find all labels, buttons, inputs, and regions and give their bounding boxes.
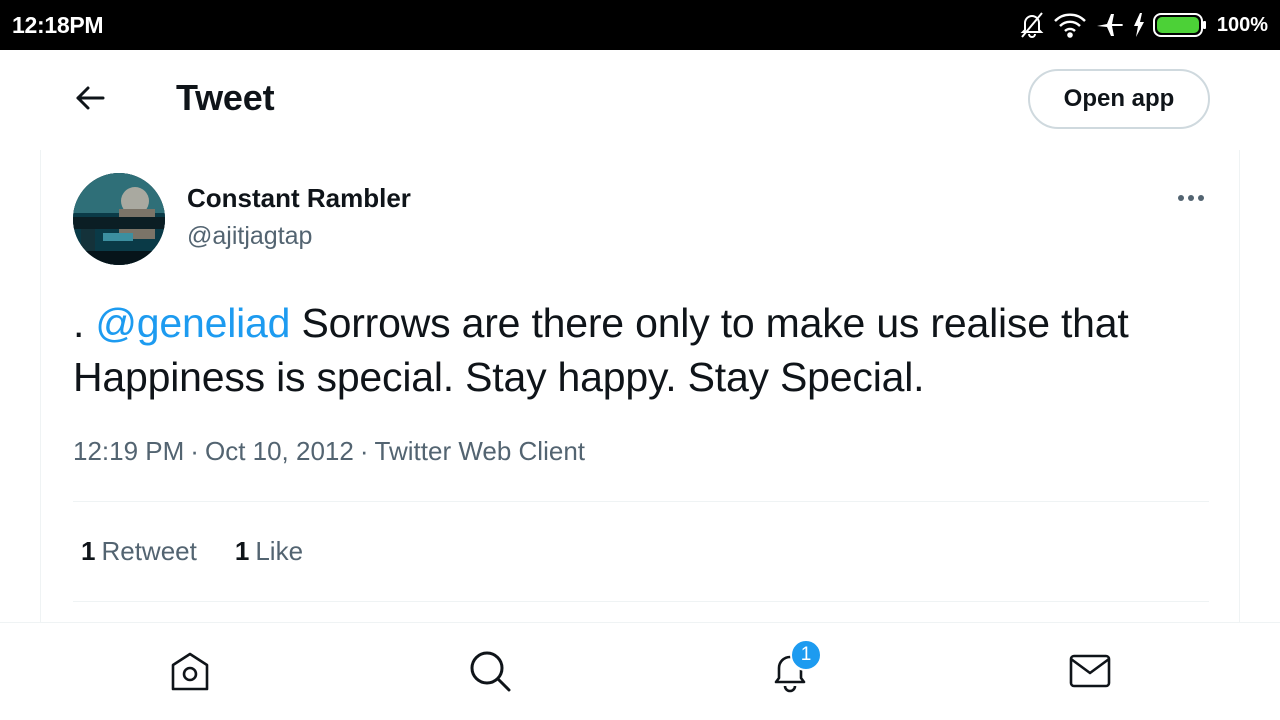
more-dot-icon	[1178, 195, 1184, 201]
status-time: 12:18PM	[12, 12, 104, 38]
tweet-meta: 12:19 PM · Oct 10, 2012 · Twitter Web Client	[73, 436, 585, 467]
divider	[73, 501, 1209, 502]
tweet-text-prefix: .	[73, 300, 96, 346]
author-handle[interactable]: @ajitjagtap	[187, 222, 312, 251]
status-icons: 100%	[1019, 10, 1268, 40]
arrow-left-icon	[75, 85, 105, 116]
nav-messages[interactable]	[1066, 649, 1114, 697]
tweet-text: . @geneliad Sorrows are there only to ma…	[73, 296, 1223, 404]
retweet-count-label: Retweet	[101, 536, 197, 566]
divider	[73, 601, 1209, 602]
page-title: Tweet	[176, 77, 275, 118]
author-name[interactable]: Constant Rambler	[187, 183, 411, 214]
retweet-count-value: 1	[81, 536, 96, 566]
retweet-count[interactable]: 1 Retweet	[81, 536, 197, 567]
messages-icon	[1068, 649, 1112, 698]
status-bar: 12:18PM 100%	[0, 0, 1280, 50]
notification-badge: 1	[790, 639, 822, 671]
nav-search[interactable]	[466, 649, 514, 697]
like-count-value: 1	[234, 536, 250, 566]
search-icon	[468, 649, 512, 698]
wifi-icon	[1053, 12, 1087, 38]
more-dot-icon	[1188, 195, 1194, 201]
charging-bolt-icon	[1133, 13, 1145, 37]
tweet-time[interactable]: 12:19 PM	[73, 436, 184, 466]
bottom-nav: 1	[0, 622, 1280, 720]
nav-home[interactable]	[166, 649, 214, 697]
battery-percent: 100%	[1216, 13, 1268, 36]
home-icon	[168, 649, 212, 698]
bell-off-icon	[1019, 11, 1045, 39]
back-button[interactable]	[62, 78, 118, 122]
tweet-source[interactable]: Twitter Web Client	[375, 436, 585, 466]
tweet-date[interactable]: Oct 10, 2012	[205, 436, 354, 466]
battery-icon	[1152, 13, 1207, 37]
more-options-button[interactable]	[1171, 186, 1211, 210]
tweet-stats: 1 Retweet 1 Like	[81, 536, 303, 567]
avatar[interactable]	[73, 173, 165, 265]
mention-link[interactable]: @geneliad	[95, 300, 290, 346]
meta-separator: ·	[359, 436, 369, 466]
open-app-button[interactable]: Open app	[1028, 69, 1210, 129]
airplane-icon	[1095, 12, 1125, 38]
like-count-label: Like	[255, 536, 304, 566]
tweet-detail: Constant Rambler @ajitjagtap . @geneliad…	[40, 150, 1240, 622]
top-header: Tweet Open app	[0, 50, 1280, 150]
like-count[interactable]: 1 Like	[235, 536, 303, 567]
meta-separator: ·	[190, 436, 199, 466]
more-dot-icon	[1198, 195, 1204, 201]
